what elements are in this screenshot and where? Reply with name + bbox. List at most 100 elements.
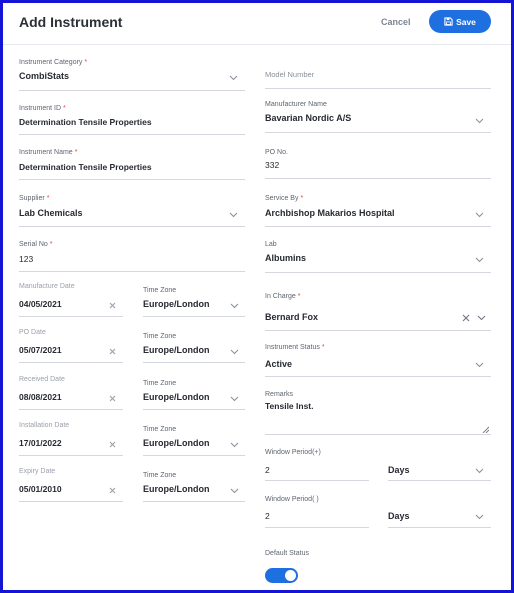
clear-icon[interactable] — [109, 487, 116, 494]
supplier-select[interactable]: Supplier * Lab Chemicals — [19, 195, 245, 227]
default-status-toggle[interactable] — [265, 568, 298, 583]
chevron-down-icon — [230, 396, 239, 402]
field-underline — [19, 455, 123, 456]
chevron-down-icon[interactable] — [477, 315, 486, 321]
date-field[interactable]: Manufacture Date 04/05/2021 — [19, 283, 123, 317]
instrument-category-label: Instrument Category — [19, 59, 83, 66]
time-zone-select[interactable]: Time Zone Europe/London — [143, 287, 245, 317]
date-label: Installation Date — [19, 422, 70, 429]
time-zone-value: Europe/London — [143, 345, 210, 355]
instrument-id-field[interactable]: Instrument ID * Determination Tensile Pro… — [19, 105, 245, 135]
chevron-down-icon — [475, 362, 484, 368]
default-status-label: Default Status — [265, 550, 309, 557]
window-period-plus-value: 2 — [265, 465, 270, 475]
service-by-label: Service By — [265, 195, 299, 202]
instrument-category-value: CombiStats — [19, 71, 70, 81]
date-value: 05/07/2021 — [19, 345, 62, 355]
date-value: 08/08/2021 — [19, 392, 62, 402]
instrument-category-select[interactable]: Instrument Category * CombiStats — [19, 59, 245, 91]
service-by-value: Archbishop Makarios Hospital — [265, 208, 395, 218]
chevron-down-icon — [475, 468, 484, 474]
time-zone-select[interactable]: Time Zone Europe/London — [143, 426, 245, 456]
window-period-plus-label: Window Period(+) — [265, 449, 321, 456]
date-label: PO Date — [19, 329, 46, 336]
instrument-status-label: Instrument Status — [265, 344, 320, 351]
resize-grip-icon[interactable] — [482, 426, 489, 433]
manufacturer-name-label: Manufacturer Name — [265, 101, 327, 108]
clear-icon[interactable] — [462, 314, 470, 322]
date-field[interactable]: PO Date 05/07/2021 — [19, 329, 123, 363]
date-value: 05/01/2010 — [19, 484, 62, 494]
field-underline — [265, 226, 491, 227]
field-underline — [388, 480, 491, 481]
time-zone-value: Europe/London — [143, 438, 210, 448]
field-underline — [265, 376, 491, 377]
time-zone-select[interactable]: Time Zone Europe/London — [143, 380, 245, 410]
field-underline — [265, 527, 369, 528]
date-label: Manufacture Date — [19, 283, 75, 290]
instrument-name-field[interactable]: Instrument Name * Determination Tensile P… — [19, 149, 245, 180]
save-button[interactable]: Save — [429, 10, 491, 33]
field-underline — [19, 409, 123, 410]
window-period-plus-unit-select[interactable]: Days — [388, 459, 491, 481]
clear-icon[interactable] — [109, 302, 116, 309]
date-field[interactable]: Installation Date 17/01/2022 — [19, 422, 123, 456]
date-field[interactable]: Received Date 08/08/2021 — [19, 376, 123, 410]
field-underline — [143, 501, 245, 502]
date-field[interactable]: Expiry Date 05/01/2010 — [19, 468, 123, 502]
cancel-button[interactable]: Cancel — [381, 17, 411, 27]
chevron-down-icon — [230, 349, 239, 355]
save-icon — [444, 17, 453, 26]
in-charge-select[interactable]: In Charge * Bernard Fox — [265, 293, 491, 331]
supplier-value: Lab Chemicals — [19, 208, 83, 218]
window-period-plus-field[interactable]: Window Period(+) 2 — [265, 449, 369, 481]
field-underline — [143, 409, 245, 410]
serial-no-value: 123 — [19, 254, 34, 264]
field-underline — [19, 134, 245, 135]
time-zone-value: Europe/London — [143, 299, 210, 309]
serial-no-label: Serial No — [19, 241, 48, 248]
po-no-value: 332 — [265, 160, 280, 170]
field-underline — [265, 272, 491, 273]
add-instrument-dialog: Add Instrument Cancel Save Instrument Ca… — [0, 0, 514, 593]
window-period-minus-label: Window Period( ) — [265, 496, 319, 503]
chevron-down-icon — [475, 514, 484, 520]
dialog-header: Add Instrument Cancel Save — [3, 3, 511, 45]
toggle-knob — [285, 570, 296, 581]
date-label: Received Date — [19, 376, 65, 383]
manufacturer-name-value: Bavarian Nordic A/S — [265, 113, 352, 123]
clear-icon[interactable] — [109, 395, 116, 402]
field-underline — [19, 179, 245, 180]
remarks-label: Remarks — [265, 391, 294, 398]
model-number-field[interactable]: Model Number — [265, 69, 491, 89]
clear-icon[interactable] — [109, 348, 116, 355]
field-underline — [19, 226, 245, 227]
service-by-select[interactable]: Service By * Archbishop Makarios Hospital — [265, 195, 491, 227]
window-period-minus-unit: Days — [388, 511, 410, 521]
field-underline — [265, 434, 491, 435]
window-period-minus-field[interactable]: Window Period( ) 2 — [265, 496, 369, 528]
window-period-plus-unit: Days — [388, 465, 410, 475]
instrument-status-select[interactable]: Instrument Status * Active — [265, 344, 491, 377]
time-zone-select[interactable]: Time Zone Europe/London — [143, 333, 245, 363]
instrument-status-value: Active — [265, 359, 293, 369]
manufacturer-name-select[interactable]: Manufacturer Name Bavarian Nordic A/S — [265, 101, 491, 133]
time-zone-label: Time Zone — [143, 426, 177, 433]
lab-value: Albumins — [265, 253, 307, 263]
serial-no-field[interactable]: Serial No * 123 — [19, 241, 245, 272]
po-no-field[interactable]: PO No. 332 — [265, 149, 491, 179]
instrument-name-label: Instrument Name — [19, 149, 73, 156]
clear-icon[interactable] — [109, 441, 116, 448]
window-period-minus-unit-select[interactable]: Days — [388, 505, 491, 528]
time-zone-label: Time Zone — [143, 380, 177, 387]
remarks-textarea[interactable]: Remarks Tensile Inst. — [265, 391, 491, 435]
field-underline — [265, 88, 491, 89]
supplier-label: Supplier — [19, 195, 45, 202]
time-zone-label: Time Zone — [143, 472, 177, 479]
lab-label: Lab — [265, 241, 277, 248]
date-value: 17/01/2022 — [19, 438, 62, 448]
time-zone-select[interactable]: Time Zone Europe/London — [143, 472, 245, 502]
time-zone-label: Time Zone — [143, 333, 177, 340]
window-period-minus-value: 2 — [265, 511, 270, 521]
lab-select[interactable]: Lab Albumins — [265, 241, 491, 273]
